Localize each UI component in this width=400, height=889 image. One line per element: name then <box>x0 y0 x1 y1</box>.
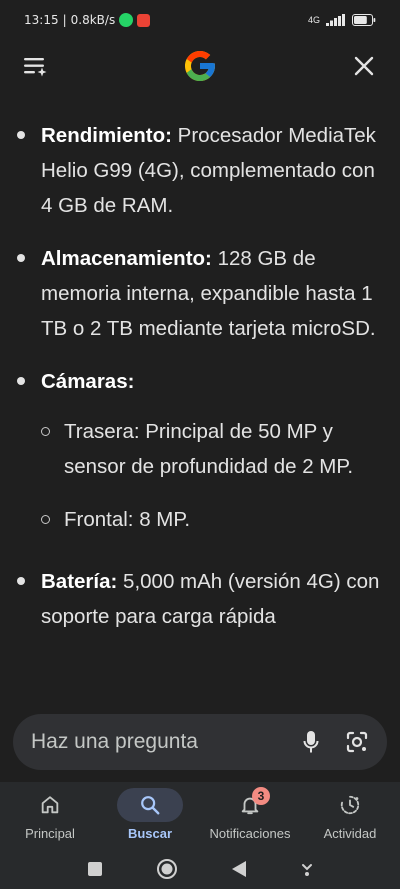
nav-pill <box>317 788 383 822</box>
status-bar: 13:15 | 0.8kB/s 4G <box>0 0 400 40</box>
menu-button[interactable] <box>20 50 52 82</box>
status-separator: | <box>62 13 67 27</box>
app-notification-icon <box>137 13 151 27</box>
nav-label: Principal <box>25 826 75 841</box>
list-item: Cámaras: <box>0 364 400 399</box>
nav-pill <box>17 788 83 822</box>
nav-item-buscar[interactable]: Buscar <box>100 788 200 841</box>
nav-pill <box>217 788 283 822</box>
spec-list: Rendimiento: Procesador MediaTek Helio G… <box>0 118 400 634</box>
search-icon <box>141 796 160 815</box>
bullet-icon <box>17 577 25 585</box>
hollow-bullet-icon <box>41 515 50 524</box>
status-net-speed: 0.8kB/s <box>70 13 116 27</box>
top-bar <box>0 40 400 92</box>
nav-item-actividad[interactable]: Actividad <box>300 788 400 841</box>
nav-item-notificaciones[interactable]: 3 Notificaciones <box>200 787 300 841</box>
signal-icon <box>326 14 345 26</box>
item-label: Rendimiento: <box>41 124 172 147</box>
bullet-icon <box>17 131 25 139</box>
bottom-navigation: Principal Buscar 3 Notificaciones Activi… <box>0 782 400 848</box>
nav-label: Actividad <box>323 826 377 841</box>
menu-sparkle-icon <box>24 58 47 77</box>
list-item: Rendimiento: Procesador MediaTek Helio G… <box>0 118 400 223</box>
list-item: Batería: 5,000 mAh (versión 4G) con sopo… <box>0 564 400 634</box>
item-label: Almacenamiento: <box>41 247 212 270</box>
recents-icon[interactable] <box>87 861 103 877</box>
system-navigation-bar <box>0 848 400 889</box>
status-time: 13:15 <box>24 13 59 27</box>
sub-item-text: Frontal: 8 MP. <box>64 508 191 531</box>
ask-icons <box>303 730 369 754</box>
battery-icon <box>352 14 376 26</box>
notification-badge: 3 <box>252 787 270 805</box>
google-g-logo <box>185 51 215 81</box>
lens-icon[interactable] <box>345 730 369 754</box>
sub-list-item: Frontal: 8 MP. <box>0 502 400 537</box>
ask-input[interactable]: Haz una pregunta <box>31 730 303 754</box>
home-icon <box>41 796 59 814</box>
close-icon <box>354 56 374 76</box>
keyboard-hide-icon[interactable] <box>300 861 314 877</box>
hollow-bullet-icon <box>41 427 50 436</box>
answer-content[interactable]: Rendimiento: Procesador MediaTek Helio G… <box>0 94 400 706</box>
nav-label: Notificaciones <box>209 826 291 841</box>
list-item: Almacenamiento: 128 GB de memoria intern… <box>0 241 400 346</box>
sub-item-text: Trasera: Principal de 50 MP y sensor de … <box>64 420 354 478</box>
bullet-icon <box>17 377 25 385</box>
whatsapp-icon <box>119 13 134 27</box>
close-button[interactable] <box>348 50 380 82</box>
activity-icon <box>340 795 360 815</box>
home-button-icon[interactable] <box>156 858 178 880</box>
google-logo <box>180 46 220 86</box>
bullet-icon <box>17 254 25 262</box>
status-right: 4G <box>308 14 376 26</box>
status-left: 13:15 | 0.8kB/s <box>24 13 151 27</box>
back-icon[interactable] <box>231 860 247 878</box>
nav-label: Buscar <box>127 826 173 841</box>
network-type: 4G <box>307 15 320 25</box>
nav-item-principal[interactable]: Principal <box>0 788 100 841</box>
nav-pill <box>117 788 183 822</box>
sub-list-item: Trasera: Principal de 50 MP y sensor de … <box>0 414 400 484</box>
microphone-icon[interactable] <box>303 730 319 754</box>
ask-input-bar[interactable]: Haz una pregunta <box>13 714 387 770</box>
item-label: Cámaras: <box>41 370 135 393</box>
faded-text-remnant <box>44 94 264 98</box>
item-label: Batería: <box>41 570 118 593</box>
